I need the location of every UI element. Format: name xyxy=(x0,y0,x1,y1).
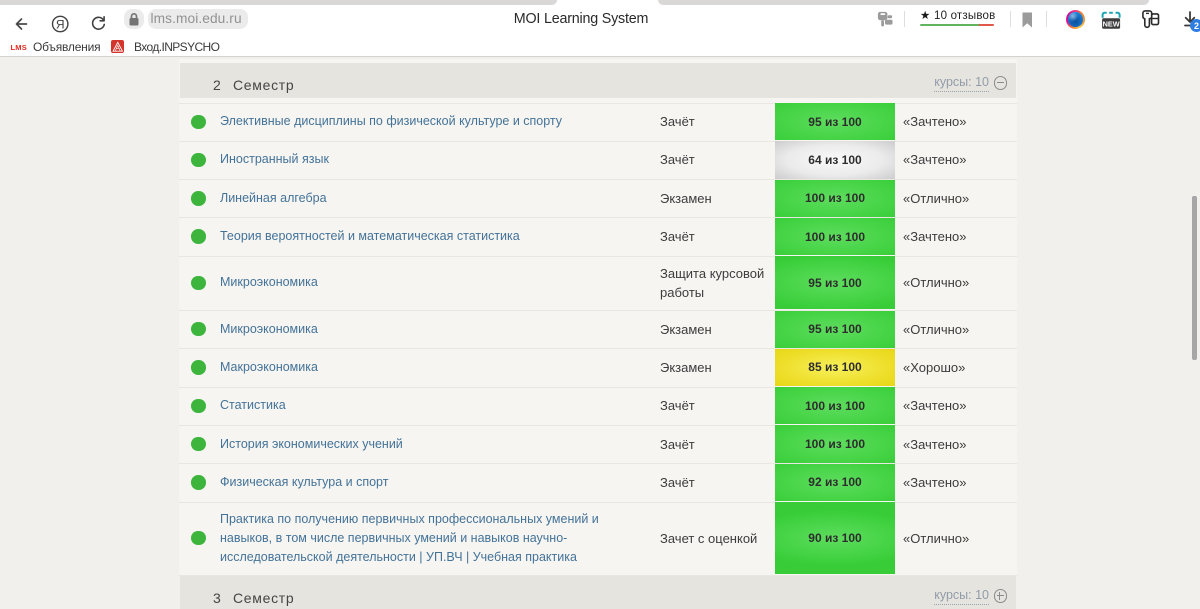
svg-text:NEW: NEW xyxy=(1103,19,1120,28)
svg-text:Я: Я xyxy=(56,17,65,31)
